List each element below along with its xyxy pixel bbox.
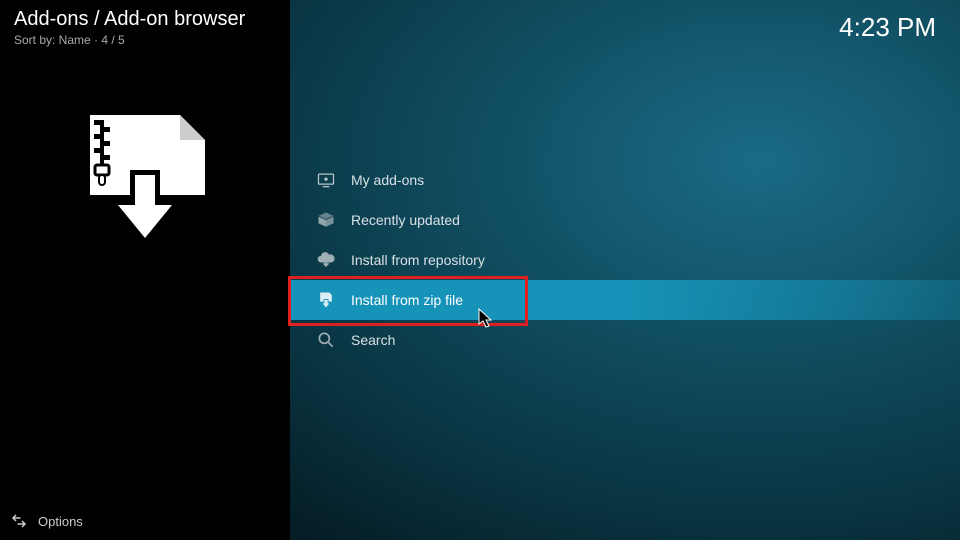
- menu-item-install-repository[interactable]: Install from repository: [290, 240, 960, 280]
- menu-item-label: Install from repository: [351, 252, 485, 268]
- breadcrumb: Add-ons / Add-on browser: [14, 8, 245, 31]
- footer-options[interactable]: Options: [10, 512, 83, 530]
- cloud-download-icon: [315, 249, 337, 271]
- options-icon: [10, 512, 28, 530]
- install-zip-hero-icon: [80, 110, 215, 245]
- zip-file-icon: [315, 289, 337, 311]
- options-label: Options: [38, 514, 83, 529]
- menu-item-label: Search: [351, 332, 395, 348]
- sort-info: Sort by: Name · 4 / 5: [14, 33, 125, 47]
- menu-item-label: Install from zip file: [351, 292, 463, 308]
- menu-item-my-addons[interactable]: My add-ons: [290, 160, 960, 200]
- menu-item-install-zip[interactable]: Install from zip file: [290, 280, 960, 320]
- menu-item-search[interactable]: Search: [290, 320, 960, 360]
- menu-item-label: My add-ons: [351, 172, 424, 188]
- open-box-icon: [315, 209, 337, 231]
- menu-item-label: Recently updated: [351, 212, 460, 228]
- sidebar: Add-ons / Add-on browser Sort by: Name ·…: [0, 0, 290, 540]
- monitor-icon: [315, 169, 337, 191]
- search-icon: [315, 329, 337, 351]
- clock: 4:23 PM: [839, 12, 936, 43]
- menu-item-recently-updated[interactable]: Recently updated: [290, 200, 960, 240]
- menu-list: My add-ons Recently updated Install from…: [290, 160, 960, 360]
